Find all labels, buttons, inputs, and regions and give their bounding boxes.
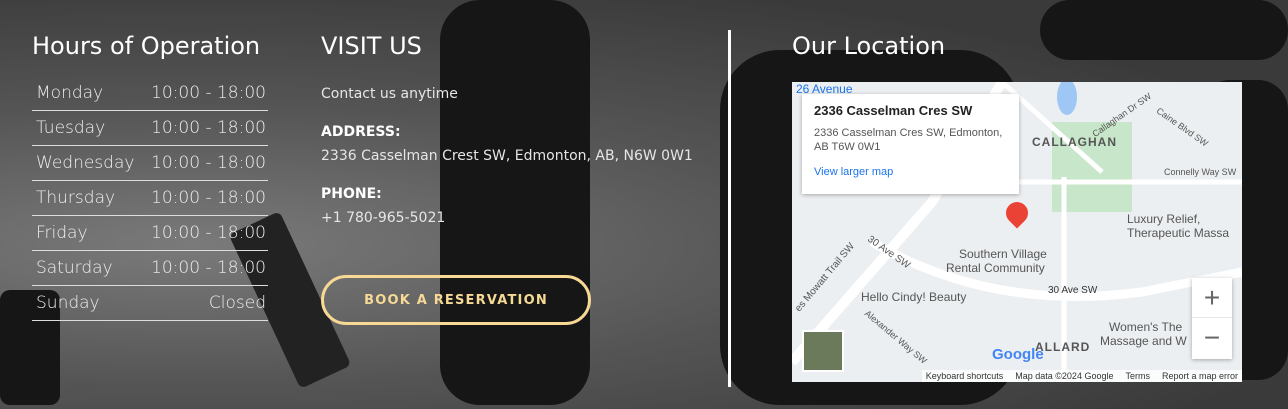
visit-subtitle: Contact us anytime <box>321 86 458 102</box>
map-footer: Keyboard shortcuts Map data ©2024 Google… <box>921 370 1242 382</box>
day-label: Monday <box>36 83 104 103</box>
phone-label: PHONE: <box>321 186 382 202</box>
google-map[interactable]: 26 Avenue CALLAGHAN Callaghan Dr SW Cain… <box>792 82 1242 382</box>
map-data-text: Map data ©2024 Google <box>1015 371 1114 381</box>
hours-section: Hours of Operation Monday 10:00 - 18:00 Tu… <box>32 32 268 321</box>
book-reservation-button[interactable]: BOOK A RESERVATION <box>321 275 591 325</box>
day-label: Sunday <box>36 293 100 313</box>
address-label: ADDRESS: <box>321 124 401 140</box>
divider <box>728 30 731 387</box>
map-label: Therapeutic Massa <box>1127 226 1230 240</box>
time-value: Closed <box>208 293 266 313</box>
hours-row: Tuesday 10:00 - 18:00 <box>32 111 268 146</box>
hours-row: Saturday 10:00 - 18:00 <box>32 251 268 286</box>
google-logo: Google <box>992 346 1044 363</box>
map-info-card: 2336 Casselman Cres SW 2336 Casselman Cr… <box>802 94 1019 194</box>
hours-title: Hours of Operation <box>32 32 261 60</box>
card-address: AB T6W 0W1 <box>814 141 881 153</box>
day-label: Thursday <box>36 188 116 208</box>
map-label: Connelly Way SW <box>1164 167 1237 177</box>
time-value: 10:00 - 18:00 <box>151 258 266 278</box>
time-value: 10:00 - 18:00 <box>151 188 266 208</box>
hours-list: Monday 10:00 - 18:00 Tuesday 10:00 - 18:00 W… <box>32 76 268 321</box>
keyboard-shortcuts-link[interactable]: Keyboard shortcuts <box>926 371 1004 381</box>
map-label: Luxury Relief, <box>1127 212 1201 226</box>
zoom-in-button[interactable]: + <box>1192 278 1232 318</box>
time-value: 10:00 - 18:00 <box>151 153 266 173</box>
time-value: 10:00 - 18:00 <box>151 118 266 138</box>
map-label: 30 Ave SW <box>1048 285 1098 296</box>
terms-link[interactable]: Terms <box>1125 371 1150 381</box>
time-value: 10:00 - 18:00 <box>151 223 266 243</box>
card-title: 2336 Casselman Cres SW <box>814 103 973 118</box>
map-label: Massage and W <box>1100 334 1187 348</box>
zoom-out-button[interactable]: − <box>1192 318 1232 358</box>
view-larger-map-link[interactable]: View larger map <box>814 166 1007 178</box>
zoom-controls: + − <box>1192 278 1232 359</box>
hours-row: Sunday Closed <box>32 286 268 321</box>
map-label: Rental Community <box>946 261 1045 275</box>
address-value: 2336 Casselman Crest SW, Edmonton, AB, N… <box>321 148 693 164</box>
visit-title: VISIT US <box>321 32 422 60</box>
hours-row: Monday 10:00 - 18:00 <box>32 76 268 111</box>
hours-row: Thursday 10:00 - 18:00 <box>32 181 268 216</box>
map-label: Hello Cindy! Beauty <box>861 290 967 304</box>
card-address: 2336 Casselman Cres SW, Edmonton, <box>814 127 1003 139</box>
day-label: Friday <box>36 223 88 243</box>
phone-value[interactable]: +1 780-965-5021 <box>321 210 711 226</box>
hours-row: Friday 10:00 - 18:00 <box>32 216 268 251</box>
map-label: Southern Village <box>959 247 1047 261</box>
time-value: 10:00 - 18:00 <box>151 83 266 103</box>
report-error-link[interactable]: Report a map error <box>1162 371 1238 381</box>
hours-row: Wednesday 10:00 - 18:00 <box>32 146 268 181</box>
day-label: Saturday <box>36 258 113 278</box>
day-label: Wednesday <box>36 153 135 173</box>
location-title: Our Location <box>792 32 946 60</box>
map-label: Women's The <box>1109 320 1183 334</box>
day-label: Tuesday <box>36 118 106 138</box>
visit-section: VISIT US Contact us anytime ADDRESS: 233… <box>321 32 711 325</box>
satellite-toggle[interactable] <box>802 330 844 372</box>
map-label: CALLAGHAN <box>1032 135 1117 149</box>
